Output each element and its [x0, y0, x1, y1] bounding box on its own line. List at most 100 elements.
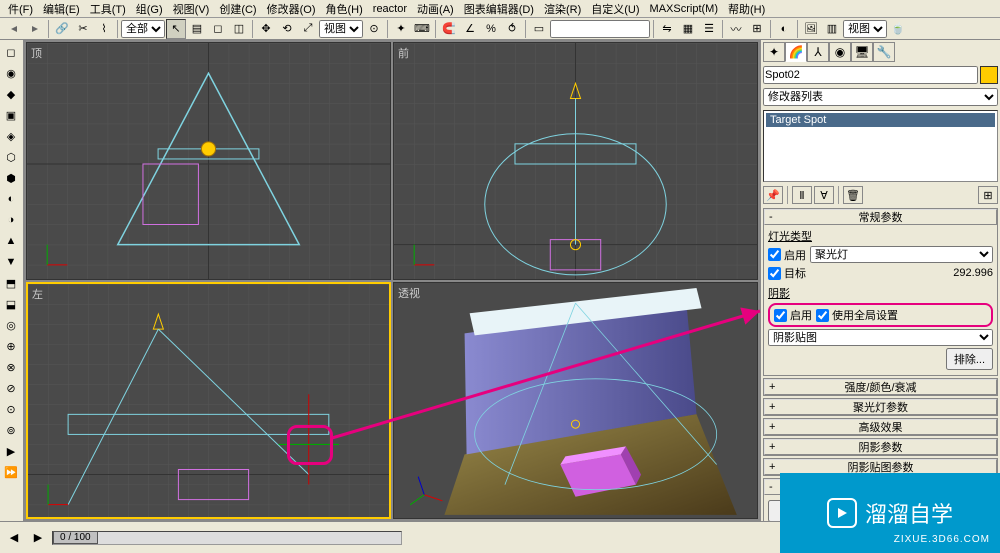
reactor-btn-10[interactable]: ▲: [0, 231, 22, 251]
reactor-btn-18[interactable]: ⊙: [0, 399, 22, 419]
make-unique-button[interactable]: ∀: [814, 186, 834, 204]
named-selection-input[interactable]: [550, 20, 650, 38]
menu-modifiers[interactable]: 修改器(O): [263, 0, 320, 18]
scale-button[interactable]: ⤢: [298, 19, 318, 39]
spinner-snap-button[interactable]: ⥀: [502, 19, 522, 39]
reactor-btn-21[interactable]: ⏩: [0, 462, 22, 482]
bind-spacewarp-button[interactable]: ⌇: [94, 19, 114, 39]
rollout-intensity[interactable]: +强度/颜色/衰减: [764, 379, 997, 395]
time-next-button[interactable]: ▶: [28, 528, 48, 548]
reactor-btn-7[interactable]: ⬢: [0, 168, 22, 188]
viewport-top[interactable]: 顶: [26, 42, 391, 280]
pin-stack-button[interactable]: 📌: [763, 186, 783, 204]
menu-edit[interactable]: 编辑(E): [39, 0, 84, 18]
material-editor-button[interactable]: ◐: [774, 19, 794, 39]
stack-item-target-spot[interactable]: Target Spot: [766, 113, 995, 127]
reactor-btn-2[interactable]: ◉: [0, 63, 22, 83]
reactor-btn-14[interactable]: ◎: [0, 315, 22, 335]
menu-help[interactable]: 帮助(H): [724, 0, 769, 18]
selection-filter-dropdown[interactable]: 全部: [121, 20, 165, 38]
shadow-global-checkbox[interactable]: 使用全局设置: [816, 307, 898, 323]
modifier-list-dropdown[interactable]: 修改器列表: [763, 88, 998, 106]
snap-toggle-button[interactable]: 🧲: [439, 19, 459, 39]
light-type-dropdown[interactable]: 聚光灯: [810, 246, 993, 263]
remove-modifier-button[interactable]: 🗑: [843, 186, 863, 204]
menu-group[interactable]: 组(G): [132, 0, 167, 18]
exclude-button[interactable]: 排除...: [946, 348, 993, 370]
reactor-btn-16[interactable]: ⊗: [0, 357, 22, 377]
tab-hierarchy[interactable]: ⅄: [807, 42, 829, 62]
time-prev-button[interactable]: ◀: [4, 528, 24, 548]
ref-coord-dropdown[interactable]: 视图: [319, 20, 363, 38]
menu-reactor[interactable]: reactor: [369, 2, 411, 16]
rollout-spotlight[interactable]: +聚光灯参数: [764, 399, 997, 415]
quick-render-button[interactable]: 🍵: [888, 19, 908, 39]
shadow-type-dropdown[interactable]: 阴影贴图: [768, 329, 993, 346]
curve-editor-button[interactable]: 〰: [726, 19, 746, 39]
reactor-btn-11[interactable]: ▼: [0, 252, 22, 272]
keyboard-shortcut-button[interactable]: ⌨: [412, 19, 432, 39]
unlink-button[interactable]: ✂: [73, 19, 93, 39]
reactor-btn-1[interactable]: ◻: [0, 42, 22, 62]
light-enable-checkbox[interactable]: 启用: [768, 247, 806, 263]
viewport-left[interactable]: 左: [26, 282, 391, 520]
rotate-button[interactable]: ⟲: [277, 19, 297, 39]
reactor-btn-20[interactable]: ▶: [0, 441, 22, 461]
pivot-button[interactable]: ⊙: [364, 19, 384, 39]
menu-create[interactable]: 创建(C): [215, 0, 260, 18]
render-type-button[interactable]: ▥: [822, 19, 842, 39]
select-by-name-button[interactable]: ▤: [187, 19, 207, 39]
move-button[interactable]: ✥: [256, 19, 276, 39]
tab-display[interactable]: 🖥: [851, 42, 873, 62]
mirror-button[interactable]: ⇋: [657, 19, 677, 39]
shadow-enable-checkbox[interactable]: 启用: [774, 307, 812, 323]
target-checkbox[interactable]: 目标: [768, 265, 806, 281]
reactor-btn-9[interactable]: ◑: [0, 210, 22, 230]
redo-button[interactable]: [25, 19, 45, 39]
percent-snap-button[interactable]: %: [481, 19, 501, 39]
layers-button[interactable]: ☰: [699, 19, 719, 39]
show-end-result-button[interactable]: Ⅱ: [792, 186, 812, 204]
object-name-input[interactable]: [763, 66, 978, 84]
modifier-stack[interactable]: Target Spot: [763, 110, 998, 182]
reactor-btn-8[interactable]: ◐: [0, 189, 22, 209]
named-selection-button[interactable]: ▭: [529, 19, 549, 39]
tab-create[interactable]: ✦: [763, 42, 785, 62]
render-scene-button[interactable]: 🖼: [801, 19, 821, 39]
reactor-btn-15[interactable]: ⊕: [0, 336, 22, 356]
angle-snap-button[interactable]: ∠: [460, 19, 480, 39]
rollout-shadow-params[interactable]: +阴影参数: [764, 439, 997, 455]
undo-button[interactable]: [4, 19, 24, 39]
align-button[interactable]: ▦: [678, 19, 698, 39]
reactor-btn-3[interactable]: ◆: [0, 84, 22, 104]
manipulate-button[interactable]: ✦: [391, 19, 411, 39]
render-preset-dropdown[interactable]: 视图: [843, 20, 887, 38]
reactor-btn-19[interactable]: ⊚: [0, 420, 22, 440]
configure-sets-button[interactable]: ⊞: [978, 186, 998, 204]
object-color-swatch[interactable]: [980, 66, 998, 84]
rollout-advanced[interactable]: +高级效果: [764, 419, 997, 435]
window-crossing-button[interactable]: ◫: [229, 19, 249, 39]
select-button[interactable]: ↖: [166, 19, 186, 39]
menu-character[interactable]: 角色(H): [322, 0, 367, 18]
rollout-general-params[interactable]: -常规参数: [764, 209, 997, 225]
viewport-perspective[interactable]: 透视: [393, 282, 758, 520]
tab-modify[interactable]: 🌈: [785, 42, 807, 62]
menu-rendering[interactable]: 渲染(R): [540, 0, 585, 18]
select-region-button[interactable]: ◻: [208, 19, 228, 39]
reactor-btn-4[interactable]: ▣: [0, 105, 22, 125]
menu-maxscript[interactable]: MAXScript(M): [646, 2, 722, 16]
reactor-btn-5[interactable]: ◈: [0, 126, 22, 146]
menu-customize[interactable]: 自定义(U): [587, 0, 643, 18]
menu-grapheditor[interactable]: 图表编辑器(D): [460, 0, 538, 18]
reactor-btn-17[interactable]: ⊘: [0, 378, 22, 398]
time-slider[interactable]: 0 / 100: [53, 531, 98, 544]
menu-file[interactable]: 件(F): [4, 0, 37, 18]
menu-animation[interactable]: 动画(A): [413, 0, 458, 18]
schematic-view-button[interactable]: ⊞: [747, 19, 767, 39]
track-bar[interactable]: 0 / 100: [52, 531, 402, 545]
reactor-btn-6[interactable]: ⬡: [0, 147, 22, 167]
viewport-front[interactable]: 前: [393, 42, 758, 280]
menu-view[interactable]: 视图(V): [169, 0, 214, 18]
menu-tools[interactable]: 工具(T): [86, 0, 130, 18]
